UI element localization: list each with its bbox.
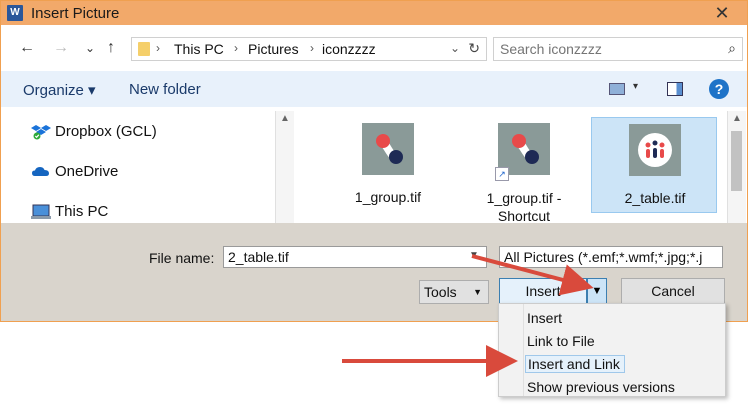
menu-item-insert-and-link[interactable]: Insert and Link [525,355,625,373]
breadcrumb-pictures[interactable]: Pictures [248,41,299,57]
scroll-up-icon[interactable]: ▲ [732,113,742,124]
file-type-select[interactable]: All Pictures (*.emf;*.wmf;*.jpg;*.j [499,246,723,268]
insert-button[interactable]: Insert [499,278,587,304]
file-list-scrollbar[interactable]: ▲ [727,111,746,223]
nav-item-label: OneDrive [55,163,119,180]
preview-pane-icon[interactable] [667,82,683,96]
nav-item-this-pc[interactable]: This PC [31,203,108,220]
scrollbar-thumb[interactable] [731,131,742,191]
menu-item-show-previous-versions[interactable]: Show previous versions [527,379,675,395]
file-name-dropdown-chevron-icon[interactable]: ▼ [469,250,479,261]
help-icon[interactable]: ? [709,79,729,99]
search-icon[interactable]: ⌕ [728,40,736,57]
folder-icon [138,42,150,56]
insert-options-menu: Insert Link to File Insert and Link Show… [498,303,726,397]
breadcrumb-separator: › [156,41,160,55]
up-arrow-icon[interactable]: ↑ [107,39,115,57]
table-thumbnail-icon [629,124,681,176]
address-row: ← → ⌄ ↑ › This PC › Pictures › iconzzzz … [1,33,747,65]
close-button[interactable]: ✕ [707,1,737,25]
title-bar: W Insert Picture ✕ [1,1,747,25]
file-name-input[interactable] [223,246,487,268]
cancel-button[interactable]: Cancel [621,278,725,304]
refresh-icon[interactable]: ↻ [468,40,480,57]
recent-locations-chevron-icon[interactable]: ⌄ [85,41,95,55]
dropbox-icon [31,124,51,140]
address-bar[interactable]: › This PC › Pictures › iconzzzz ⌄ ↻ [131,37,487,61]
command-toolbar: Organize ▾ New folder ▾ ? [1,71,747,107]
file-item[interactable]: ↗ 1_group.tif - Shortcut [461,117,587,224]
navigation-pane: Dropbox (GCL) OneDrive This PC [1,111,299,223]
file-name: 1_group.tif - Shortcut [486,190,562,224]
breadcrumb-separator: › [234,41,238,55]
organize-button[interactable]: Organize ▾ [23,81,96,99]
scroll-up-icon[interactable]: ▲ [280,113,290,124]
breadcrumb-this-pc[interactable]: This PC [174,41,224,57]
nav-item-label: This PC [55,203,109,220]
menu-item-insert[interactable]: Insert [527,310,562,326]
search-box[interactable]: ⌕ [493,37,743,61]
new-folder-button[interactable]: New folder [129,81,201,98]
nav-item-dropbox[interactable]: Dropbox (GCL) [31,123,157,140]
word-app-icon: W [7,5,23,21]
computer-icon [31,204,51,220]
change-view-icon[interactable] [609,83,625,95]
tools-label: Tools [424,284,457,300]
insert-picture-dialog: W Insert Picture ✕ ← → ⌄ ↑ › This PC › P… [0,0,748,322]
back-arrow-icon[interactable]: ← [19,39,35,57]
navigation-pane-scrollbar[interactable]: ▲ [275,111,294,223]
file-list: 1_group.tif ↗ 1_group.tif - Shortcut 2_t… [299,111,725,224]
file-name-label: File name: [149,250,215,266]
breadcrumb-separator: › [310,41,314,55]
breadcrumb-iconzzzz[interactable]: iconzzzz [322,41,376,57]
file-item[interactable]: 1_group.tif [325,117,451,213]
file-item-selected[interactable]: 2_table.tif [591,117,717,213]
view-dropdown-chevron-icon[interactable]: ▾ [633,81,638,92]
nav-item-label: Dropbox (GCL) [55,123,157,140]
onedrive-cloud-icon [31,164,51,180]
insert-dropdown-arrow-icon[interactable]: ▼ [587,278,607,304]
shortcut-overlay-icon: ↗ [495,167,509,181]
menu-divider [523,304,524,396]
search-input[interactable] [500,40,700,58]
group-thumbnail-icon [362,123,414,175]
tools-button[interactable]: Tools ▼ [419,280,489,304]
forward-arrow-icon[interactable]: → [53,39,69,57]
file-name: 1_group.tif [354,189,422,205]
file-name: 2_table.tif [624,190,686,206]
nav-item-onedrive[interactable]: OneDrive [31,163,118,180]
menu-item-link-to-file[interactable]: Link to File [527,333,595,349]
address-dropdown-chevron-icon[interactable]: ⌄ [450,41,460,55]
tools-dropdown-chevron-icon: ▼ [473,287,482,297]
window-title: Insert Picture [31,5,120,22]
